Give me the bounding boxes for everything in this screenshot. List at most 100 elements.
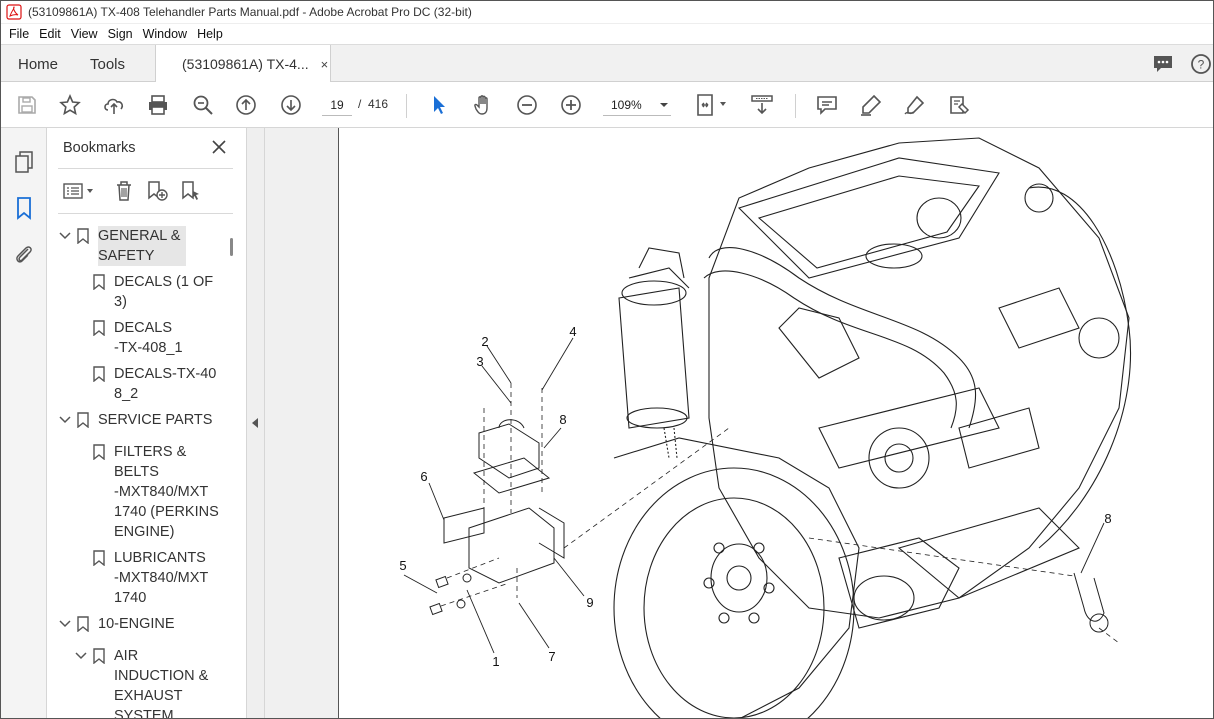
bookmark-icon	[92, 318, 106, 338]
bookmark-icon	[92, 548, 106, 568]
collapse-arrow-icon	[252, 418, 258, 428]
attachment-icon[interactable]	[10, 240, 38, 268]
bookmark-item[interactable]: DECALS-TX-40 8_2	[92, 364, 216, 404]
panel-collapse-handle[interactable]	[246, 128, 265, 719]
bookmark-item[interactable]: AIR INDUCTION & EXHAUST SYSTEM	[74, 646, 208, 719]
bookmark-item[interactable]: DECALS -TX-408_1	[92, 318, 183, 358]
menu-view[interactable]: View	[66, 27, 103, 41]
document-viewport[interactable]: 1 2 3 4 5 6 7 8 8 9	[265, 128, 1214, 719]
chevron-down-icon[interactable]	[58, 226, 72, 246]
menu-help[interactable]: Help	[192, 27, 228, 41]
tab-document-label: (53109861A) TX-4...	[182, 56, 309, 72]
engine-exploded-diagram: 1 2 3 4 5 6 7 8 8 9	[399, 137, 1132, 719]
bookmarks-panel: Bookmarks GENERAL & SAFETY DECALS (1 OF …	[48, 128, 246, 719]
menu-edit[interactable]: Edit	[34, 27, 66, 41]
callout-label: 9	[586, 595, 593, 610]
bookmark-label: LUBRICANTS -MXT840/MXT 1740	[114, 550, 209, 606]
pdf-page: 1 2 3 4 5 6 7 8 8 9	[338, 128, 1214, 719]
page-up-icon[interactable]	[233, 92, 259, 118]
bookmark-options-icon[interactable]	[60, 178, 98, 204]
pages-thumbnail-icon[interactable]	[10, 148, 38, 176]
bookmark-icon	[92, 646, 106, 666]
bookmark-icon	[92, 364, 106, 384]
bookmark-label: DECALS -TX-408_1	[114, 320, 183, 356]
toolbar-divider	[795, 94, 796, 118]
window-title: (53109861A) TX-408 Telehandler Parts Man…	[28, 4, 472, 19]
menu-bar: File Edit View Sign Window Help	[0, 24, 1214, 44]
bookmark-icon	[92, 272, 106, 292]
bookmark-label: AIR INDUCTION & EXHAUST SYSTEM	[114, 648, 209, 719]
save-icon[interactable]	[14, 92, 40, 118]
zoom-search-icon[interactable]	[190, 92, 216, 118]
tab-bar: Home Tools (53109861A) TX-4... × ?	[0, 44, 1214, 83]
acrobat-icon	[6, 3, 22, 20]
new-bookmark-icon[interactable]	[144, 178, 170, 204]
upload-icon[interactable]	[101, 92, 127, 118]
bookmark-item[interactable]: DECALS (1 OF 3)	[92, 272, 213, 312]
callout-label: 8	[1104, 511, 1111, 526]
bookmarks-scrollbar[interactable]	[230, 238, 233, 256]
zoom-in-icon[interactable]	[558, 92, 584, 118]
fit-page-icon[interactable]	[693, 92, 731, 118]
menu-file[interactable]: File	[4, 27, 34, 41]
bookmark-item[interactable]: SERVICE PARTS	[58, 410, 212, 430]
highlight-icon[interactable]	[858, 92, 884, 118]
delete-bookmark-icon[interactable]	[111, 178, 137, 204]
callout-label: 6	[420, 469, 427, 484]
chevron-down-icon	[660, 102, 668, 107]
bookmark-label: DECALS (1 OF 3)	[114, 274, 214, 310]
title-bar: (53109861A) TX-408 Telehandler Parts Man…	[0, 0, 1214, 24]
callout-label: 8	[559, 412, 566, 427]
bookmarks-header: Bookmarks	[63, 140, 136, 156]
divider	[58, 168, 233, 169]
bookmark-icon	[76, 410, 90, 430]
tab-tools[interactable]: Tools	[90, 45, 125, 83]
bookmark-panel-icon[interactable]	[10, 194, 38, 222]
bookmark-label: SERVICE PARTS	[98, 412, 213, 428]
callout-label: 7	[548, 649, 555, 664]
close-icon[interactable]	[208, 136, 230, 158]
fill-sign-icon[interactable]	[946, 92, 972, 118]
help-icon[interactable]: ?	[1188, 51, 1214, 77]
bookmark-item[interactable]: 10-ENGINE	[58, 614, 175, 634]
zoom-value: 109%	[611, 97, 642, 112]
divider	[58, 213, 233, 214]
toolbar-divider	[406, 94, 407, 118]
select-arrow-icon[interactable]	[426, 92, 452, 118]
left-navigation-rail	[0, 128, 47, 719]
callout-label: 2	[481, 334, 488, 349]
zoom-out-icon[interactable]	[514, 92, 540, 118]
star-icon[interactable]	[57, 92, 83, 118]
close-tab-icon[interactable]: ×	[321, 57, 329, 72]
chevron-down-icon[interactable]	[58, 410, 72, 430]
sign-icon[interactable]	[902, 92, 928, 118]
bookmark-search-icon[interactable]	[178, 178, 204, 204]
callout-label: 3	[476, 354, 483, 369]
main-toolbar: / 416 109%	[0, 82, 1214, 128]
bookmark-label: DECALS-TX-40 8_2	[114, 366, 217, 402]
comment-bubble-icon[interactable]	[1150, 51, 1176, 77]
current-page-input[interactable]	[322, 94, 352, 116]
hand-icon[interactable]	[470, 92, 496, 118]
comment-icon[interactable]	[814, 92, 840, 118]
menu-sign[interactable]: Sign	[103, 27, 138, 41]
bookmark-item[interactable]: FILTERS & BELTS -MXT840/MXT 1740 (PERKIN…	[92, 442, 219, 542]
zoom-select[interactable]: 109%	[603, 94, 671, 116]
scroll-mode-icon[interactable]	[749, 92, 775, 118]
bookmark-label: GENERAL & SAFETY	[98, 226, 187, 266]
chevron-down-icon[interactable]	[58, 614, 72, 634]
svg-text:?: ?	[1198, 58, 1205, 72]
bookmark-item[interactable]: LUBRICANTS -MXT840/MXT 1740	[92, 548, 208, 608]
bookmark-tree: GENERAL & SAFETY DECALS (1 OF 3) DECALS …	[48, 220, 234, 719]
bookmark-toolbar	[58, 176, 233, 206]
bookmark-item[interactable]: GENERAL & SAFETY	[58, 226, 187, 266]
tab-document[interactable]: (53109861A) TX-4... ×	[155, 45, 331, 83]
tab-home[interactable]: Home	[18, 45, 58, 83]
total-pages: 416	[368, 97, 389, 111]
chevron-down-icon[interactable]	[74, 646, 88, 666]
menu-window[interactable]: Window	[138, 27, 192, 41]
page-separator: /	[358, 97, 362, 111]
print-icon[interactable]	[145, 92, 171, 118]
callout-label: 1	[492, 654, 499, 669]
page-down-icon[interactable]	[278, 92, 304, 118]
